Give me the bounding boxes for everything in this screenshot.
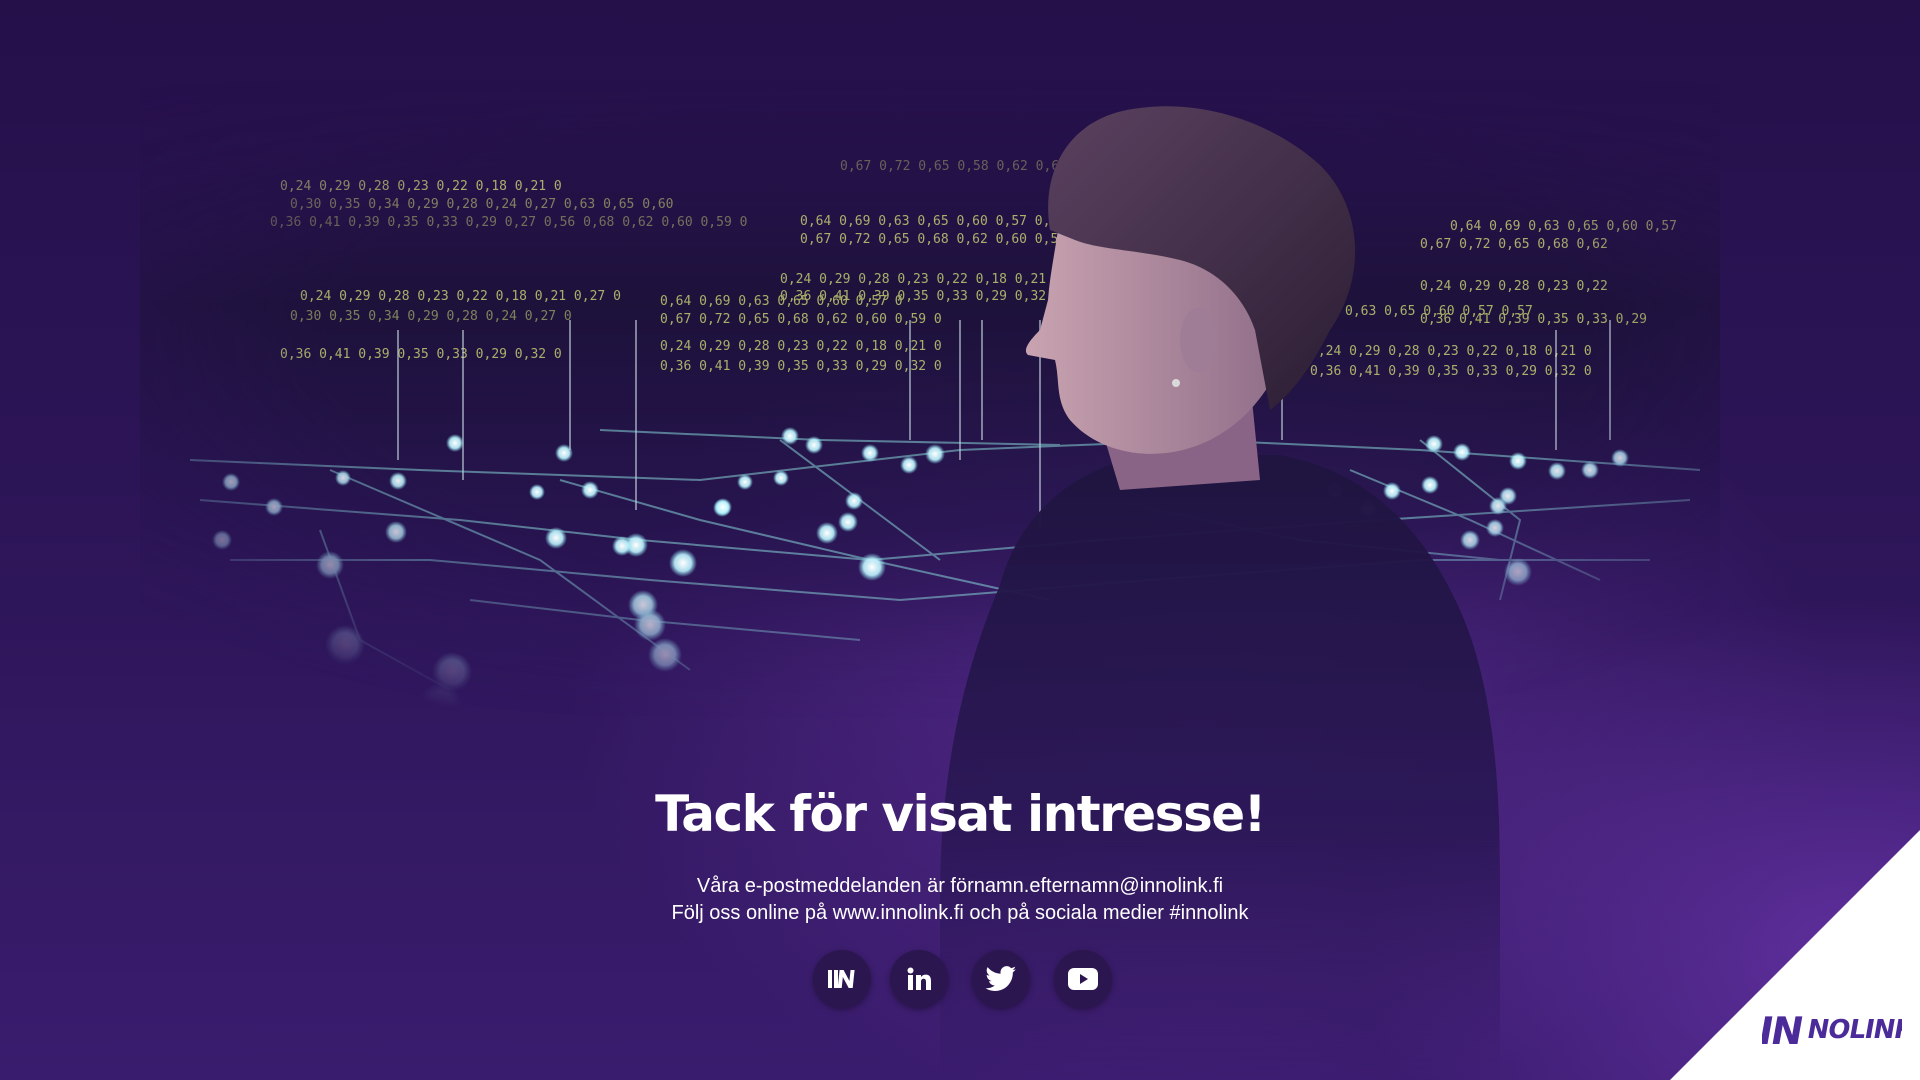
innolink-icon bbox=[825, 966, 859, 992]
svg-text:IN: IN bbox=[1762, 1009, 1805, 1054]
thank-you-slide: 0,24 0,29 0,28 0,23 0,22 0,18 0,21 0 0,3… bbox=[0, 0, 1920, 1080]
contact-info: Våra e-postmeddelanden är förnamn.eftern… bbox=[0, 873, 1920, 927]
email-format-text: Våra e-postmeddelanden är förnamn.eftern… bbox=[696, 875, 1224, 897]
innolink-link-button[interactable] bbox=[813, 950, 871, 1008]
social-links bbox=[0, 950, 1920, 1010]
youtube-icon bbox=[1067, 967, 1099, 991]
innolink-logo: IN NOLINK bbox=[1755, 1004, 1918, 1054]
twitter-link-button[interactable] bbox=[972, 950, 1030, 1008]
linkedin-icon bbox=[905, 966, 933, 992]
svg-text:NOLINK: NOLINK bbox=[1805, 1015, 1902, 1045]
twitter-icon bbox=[985, 966, 1017, 992]
follow-us-text: Följ oss online på www.innolink.fi och p… bbox=[671, 902, 1249, 924]
youtube-link-button[interactable] bbox=[1054, 950, 1112, 1008]
linkedin-link-button[interactable] bbox=[890, 950, 948, 1008]
page-title: Tack för visat intresse! bbox=[655, 785, 1266, 843]
